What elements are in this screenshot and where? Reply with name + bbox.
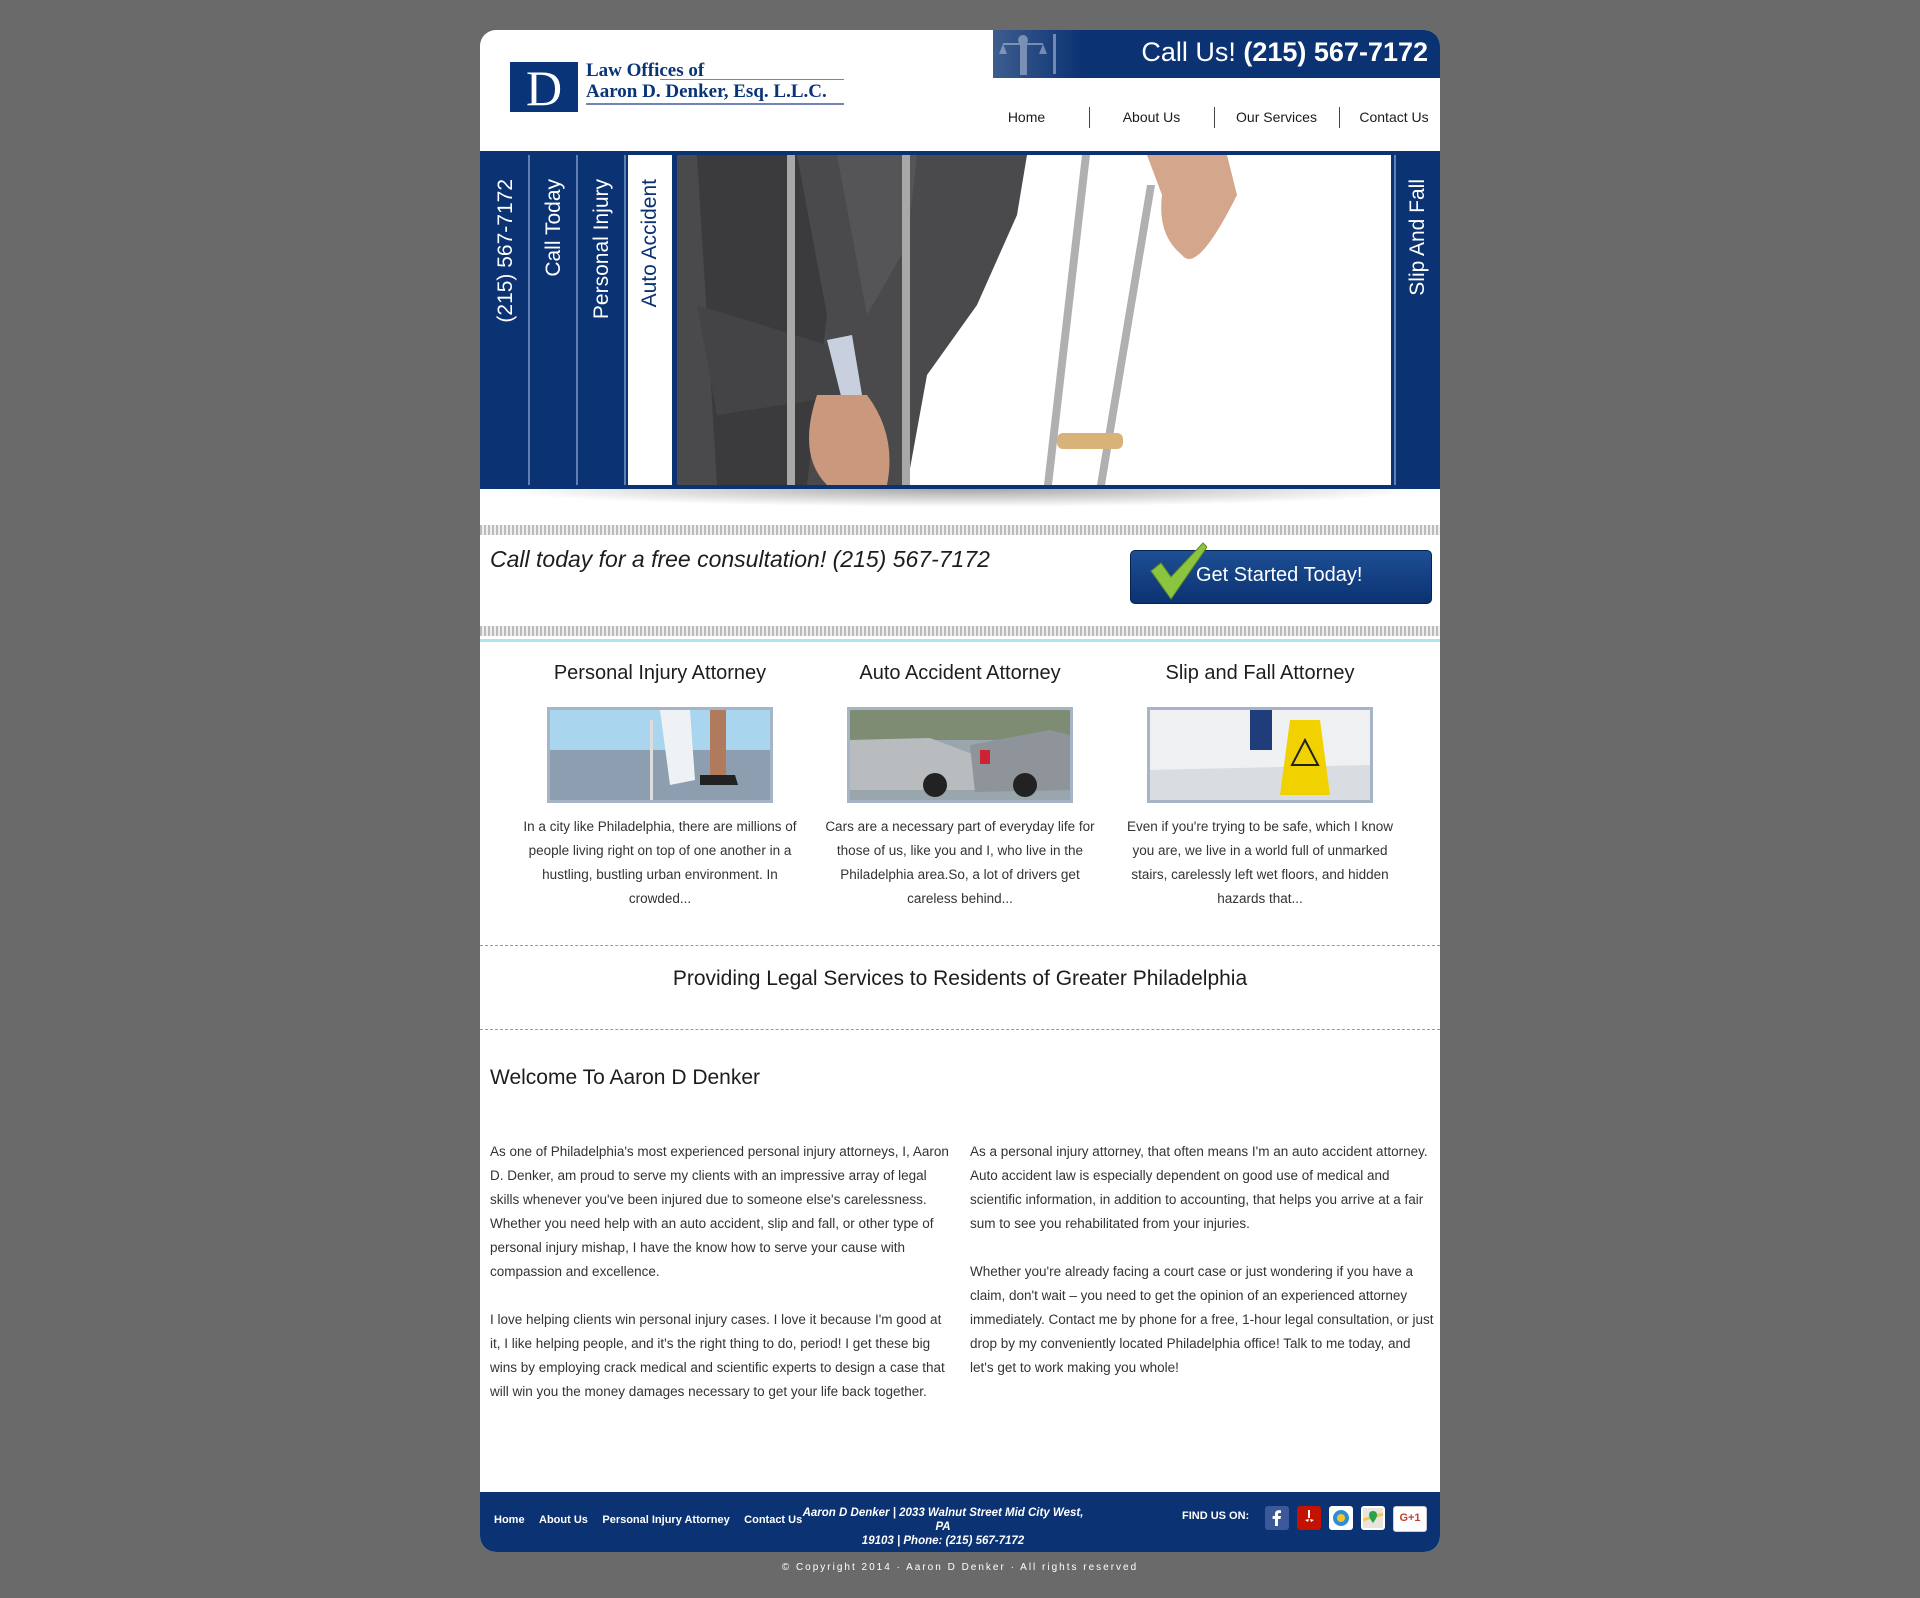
welcome-paragraph: As a personal injury attorney, that ofte… bbox=[970, 1144, 1428, 1231]
footer-link-contact-us[interactable]: Contact Us bbox=[744, 1514, 802, 1526]
welcome-paragraph: As one of Philadelphia's most experience… bbox=[490, 1144, 949, 1279]
hero-image-crutches bbox=[677, 155, 1391, 485]
hero-shadow bbox=[490, 489, 1435, 507]
get-started-button[interactable]: Get Started Today! bbox=[1130, 542, 1432, 604]
logo-rule bbox=[660, 79, 844, 80]
service-auto-accident: Auto Accident Attorney Cars are a necess… bbox=[810, 662, 1110, 911]
address-line2: 19103 | Phone: (215) 567-7172 bbox=[861, 1535, 1025, 1547]
call-bar: Call Us! (215) 567-7172 bbox=[993, 30, 1440, 78]
page-container: D Law Offices of Aaron D. Denker, Esq. L… bbox=[480, 30, 1440, 1552]
hero-tab-label: Personal Injury bbox=[590, 179, 613, 320]
service-title[interactable]: Auto Accident Attorney bbox=[810, 662, 1110, 685]
hero-tab-phone[interactable]: (215) 567-7172 bbox=[484, 155, 530, 485]
welcome-paragraph: I love helping clients win personal inju… bbox=[490, 1312, 945, 1399]
footer-link-home[interactable]: Home bbox=[494, 1514, 525, 1526]
address-line1: Aaron D Denker | 2033 Walnut Street Mid … bbox=[802, 1507, 1084, 1533]
hero-tab-label: Slip And Fall bbox=[1406, 179, 1429, 296]
call-us-text[interactable]: Call Us! (215) 567-7172 bbox=[1141, 37, 1428, 68]
logo-line2: Aaron D. Denker, Esq. L.L.C. bbox=[586, 81, 827, 102]
nav-contact-us[interactable]: Contact Us bbox=[1339, 106, 1440, 128]
copyright-text: © Copyright 2014 · Aaron D Denker · All … bbox=[781, 1562, 1139, 1573]
citysearch-icon[interactable] bbox=[1329, 1506, 1353, 1530]
get-started-label: Get Started Today! bbox=[1196, 564, 1363, 586]
stripe-divider bbox=[480, 525, 1440, 535]
google-maps-icon[interactable] bbox=[1361, 1506, 1385, 1530]
google-plus-icon[interactable]: G+1 bbox=[1393, 1506, 1427, 1532]
welcome-column-right: As a personal injury attorney, that ofte… bbox=[970, 1140, 1435, 1404]
find-us-label: FIND US ON: bbox=[1182, 1510, 1250, 1522]
service-excerpt: Even if you're trying to be safe, which … bbox=[1127, 819, 1393, 906]
hero-tab-label: Auto Accident bbox=[638, 179, 661, 308]
nav-home[interactable]: Home bbox=[964, 106, 1089, 128]
welcome-paragraph: Whether you're already facing a court ca… bbox=[970, 1264, 1434, 1375]
call-number: (215) 567-7172 bbox=[1243, 37, 1428, 67]
service-excerpt: In a city like Philadelphia, there are m… bbox=[523, 819, 797, 906]
hero-tab-personal-injury[interactable]: Personal Injury bbox=[580, 155, 626, 485]
logo-letter: D bbox=[510, 62, 578, 114]
footer: Home About Us Personal Injury Attorney C… bbox=[480, 1492, 1440, 1552]
service-title[interactable]: Slip and Fall Attorney bbox=[1110, 662, 1410, 685]
dashed-divider bbox=[480, 1029, 1440, 1030]
nav-about-us[interactable]: About Us bbox=[1089, 106, 1214, 128]
footer-link-personal-injury[interactable]: Personal Injury Attorney bbox=[602, 1514, 729, 1526]
main-nav: Home About Us Our Services Contact Us bbox=[964, 106, 1440, 128]
personal-injury-image[interactable] bbox=[547, 707, 773, 803]
lady-justice-icon bbox=[999, 34, 1056, 75]
facebook-icon[interactable] bbox=[1265, 1506, 1289, 1530]
hero-slider: (215) 567-7172 Call Today Personal Injur… bbox=[480, 151, 1440, 489]
service-excerpt: Cars are a necessary part of everyday li… bbox=[825, 819, 1095, 906]
hero-tab-label: (215) 567-7172 bbox=[494, 179, 517, 323]
footer-address: Aaron D Denker | 2033 Walnut Street Mid … bbox=[798, 1506, 1088, 1548]
site-logo[interactable]: D Law Offices of Aaron D. Denker, Esq. L… bbox=[510, 60, 850, 118]
call-prefix: Call Us! bbox=[1141, 37, 1236, 67]
auto-accident-image[interactable] bbox=[847, 707, 1073, 803]
service-slip-and-fall: Slip and Fall Attorney Even if you're tr… bbox=[1110, 662, 1410, 911]
service-personal-injury: Personal Injury Attorney In a city like … bbox=[510, 662, 810, 911]
logo-underline bbox=[586, 103, 844, 105]
welcome-column-left: As one of Philadelphia's most experience… bbox=[490, 1140, 955, 1428]
footer-nav: Home About Us Personal Injury Attorney C… bbox=[494, 1510, 812, 1528]
nav-our-services[interactable]: Our Services bbox=[1214, 106, 1339, 128]
hero-tab-auto-accident[interactable]: Auto Accident bbox=[628, 155, 672, 485]
hero-tab-call-today[interactable]: Call Today bbox=[532, 155, 578, 485]
stripe-divider bbox=[480, 626, 1440, 636]
dashed-divider bbox=[480, 945, 1440, 946]
hero-tab-label: Call Today bbox=[542, 179, 565, 277]
tagline: Providing Legal Services to Residents of… bbox=[672, 967, 1248, 990]
slip-and-fall-image[interactable] bbox=[1147, 707, 1373, 803]
welcome-heading: Welcome To Aaron D Denker bbox=[490, 1066, 761, 1089]
footer-link-about-us[interactable]: About Us bbox=[539, 1514, 588, 1526]
hero-tab-slip-and-fall[interactable]: Slip And Fall bbox=[1394, 155, 1440, 485]
service-title[interactable]: Personal Injury Attorney bbox=[510, 662, 810, 685]
yelp-icon[interactable] bbox=[1297, 1506, 1321, 1530]
consultation-text: Call today for a free consultation! (215… bbox=[490, 546, 990, 572]
accent-line bbox=[480, 639, 1440, 642]
